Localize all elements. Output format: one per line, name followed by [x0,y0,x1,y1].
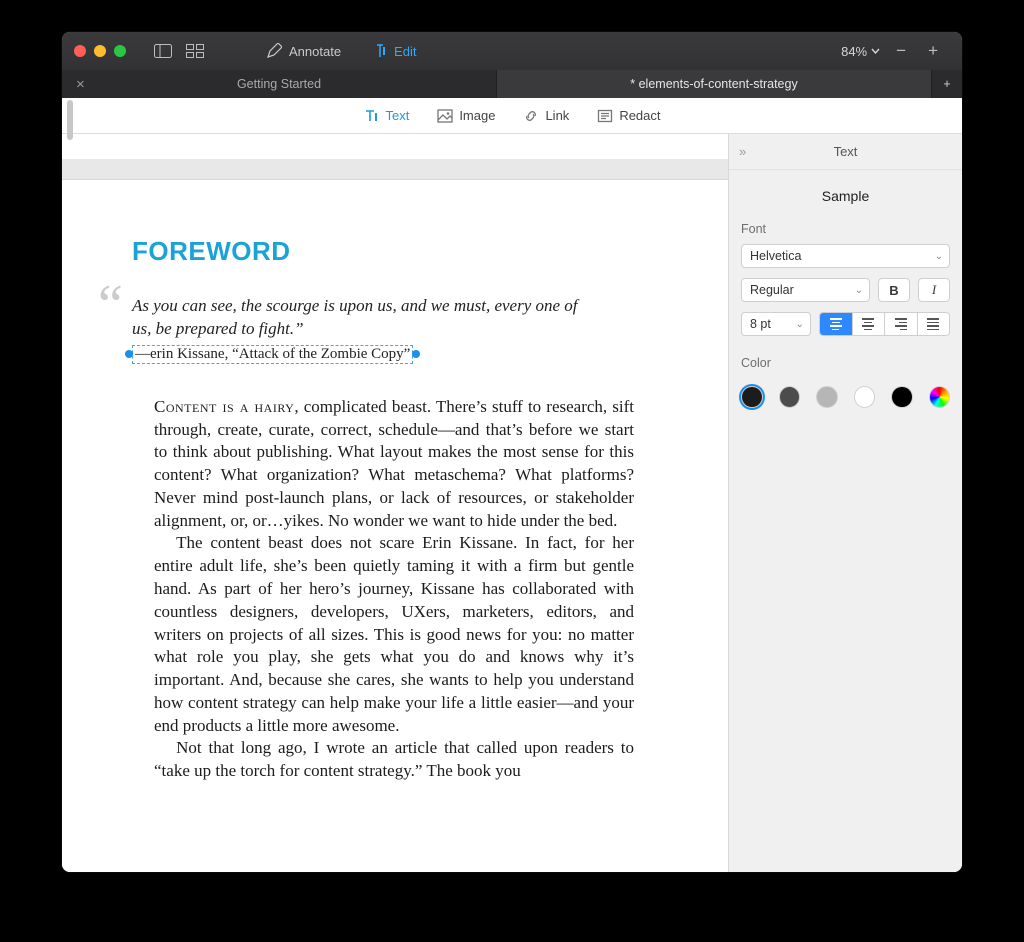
minimize-window-button[interactable] [94,45,106,57]
edit-label: Edit [394,44,416,59]
font-size-select[interactable]: 8 pt ⌄ [741,312,811,336]
quote-line-2[interactable]: us, be prepared to fight.” [132,318,676,341]
color-swatches [729,378,962,408]
zoom-value: 84% [841,44,867,59]
color-section-label: Color [729,346,962,378]
zoom-in-button[interactable]: + [922,41,944,61]
align-right-icon [895,318,907,330]
tool-text[interactable]: Text [363,108,409,124]
thumbnails-icon[interactable] [186,44,204,58]
text-selection-box[interactable]: —erin Kissane, “Attack of the Zombie Cop… [132,345,413,364]
close-window-button[interactable] [74,45,86,57]
tool-link-label: Link [545,108,569,123]
app-window: Annotate Edit 84% − + × Getting Started … [62,32,962,872]
para3: Not that long ago, I wrote an article th… [154,737,634,783]
chevron-down-icon [871,48,880,54]
sidebar-toggle-icon[interactable] [154,44,172,58]
tool-image[interactable]: Image [437,108,495,124]
main-split: FOREWORD “ As you can see, the scourge i… [62,134,962,872]
tab-getting-started[interactable]: × Getting Started [62,70,497,98]
font-sample: Sample [729,170,962,222]
align-center-icon [862,318,874,330]
inspector-panel: » Text Sample Font Helvetica ⌄ Regular ⌄… [728,134,962,872]
ruler-bar [62,134,728,160]
new-tab-button[interactable]: + [932,70,962,98]
tool-redact[interactable]: Redact [597,108,660,124]
inspector-header: » Text [729,134,962,170]
align-left-icon [830,318,842,330]
body-text[interactable]: Content is a hairy, complicated beast. T… [154,396,634,783]
tab-label: Getting Started [237,77,321,91]
bold-button[interactable]: B [878,278,910,302]
tool-text-label: Text [385,108,409,123]
close-tab-icon[interactable]: × [76,76,85,93]
attribution-title: “Attack of the Zombie Copy” [232,346,410,362]
para1-rest: , complicated beast. There’s stuff to re… [154,397,634,530]
page-gap [62,160,728,180]
document-viewport: FOREWORD “ As you can see, the scourge i… [62,134,728,872]
quote-line-1[interactable]: As you can see, the scourge is upon us, … [132,295,676,318]
font-style-select[interactable]: Regular ⌄ [741,278,870,302]
attribution-dash: — [135,346,150,362]
align-left-button[interactable] [820,313,852,335]
align-justify-button[interactable] [917,313,950,335]
tab-bar: × Getting Started * elements-of-content-… [62,70,962,98]
edit-toolbar: Text Image Link Redact [62,98,962,134]
inspector-title: Text [834,144,858,159]
zoom-dropdown[interactable]: 84% [841,44,880,59]
chevron-down-icon: ⌄ [796,319,804,330]
attribution-sep: , [225,346,233,362]
font-section-label: Font [729,222,962,244]
tool-image-label: Image [459,108,495,123]
collapse-inspector-icon[interactable]: » [739,144,746,159]
fullscreen-window-button[interactable] [114,45,126,57]
font-size-value: 8 pt [750,317,771,331]
quote-mark-icon: “ [98,291,123,319]
zoom-out-button[interactable]: − [890,41,912,61]
color-swatch-white[interactable] [854,386,876,408]
font-family-select[interactable]: Helvetica ⌄ [741,244,950,268]
align-right-button[interactable] [884,313,917,335]
annotate-label: Annotate [289,44,341,59]
tool-link[interactable]: Link [523,108,569,124]
font-family-value: Helvetica [750,249,801,263]
para2: The content beast does not scare Erin Ki… [154,532,634,737]
color-swatch-light-gray[interactable] [816,386,838,408]
align-justify-icon [927,318,939,330]
align-center-button[interactable] [852,313,885,335]
document-page[interactable]: FOREWORD “ As you can see, the scourge i… [62,180,728,872]
chevron-down-icon: ⌄ [855,285,863,296]
color-swatch-black[interactable] [891,386,913,408]
color-swatch-darkest[interactable] [741,386,763,408]
epigraph: “ As you can see, the scourge is upon us… [132,295,676,364]
edit-mode-button[interactable]: Edit [373,43,416,59]
color-picker-button[interactable] [929,386,951,408]
text-align-segmented [819,312,950,336]
page-scrollbar[interactable] [62,98,78,133]
window-controls [70,45,132,57]
color-swatch-dark-gray[interactable] [779,386,801,408]
tool-redact-label: Redact [619,108,660,123]
heading-foreword: FOREWORD [132,236,676,267]
chevron-down-icon: ⌄ [935,251,943,262]
italic-button[interactable]: I [918,278,950,302]
annotate-mode-button[interactable]: Annotate [266,43,341,59]
font-style-value: Regular [750,283,794,297]
tab-label: * elements-of-content-strategy [630,77,797,91]
tab-elements-of-content-strategy[interactable]: * elements-of-content-strategy [497,70,932,98]
para1-lead: Content is a hairy [154,397,294,416]
attribution-name: erin Kissane [150,346,225,362]
titlebar: Annotate Edit 84% − + [62,32,962,70]
